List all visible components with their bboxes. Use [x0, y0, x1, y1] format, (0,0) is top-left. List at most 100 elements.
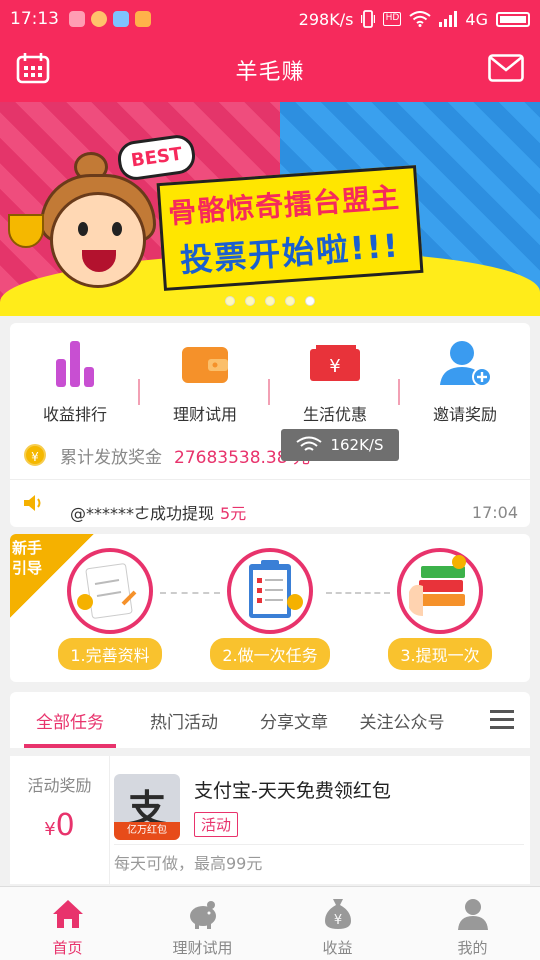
- bar-chart-icon: [56, 341, 94, 387]
- vibrate-icon: [361, 10, 376, 28]
- cash-cards-icon: [409, 555, 466, 616]
- add-user-icon: [440, 341, 492, 387]
- wifi-icon: [409, 11, 432, 27]
- tab-follow-account[interactable]: 关注公众号: [348, 692, 456, 748]
- task-title: 支付宝-天天免费领红包: [194, 780, 391, 802]
- speaker-icon: [24, 495, 41, 511]
- pager-dot-active[interactable]: [305, 296, 315, 306]
- mail-icon[interactable]: [488, 54, 524, 82]
- status-right: 298K/s HD 4G: [299, 10, 530, 29]
- coin-icon: ¥: [24, 444, 46, 466]
- menu-item-finance-trial[interactable]: 理财试用: [140, 337, 270, 437]
- svg-text:¥: ¥: [329, 356, 340, 377]
- ticket-icon: ¥: [310, 345, 360, 381]
- reward-label: 活动奖励: [27, 776, 92, 795]
- menu-label: 邀请奖励: [432, 405, 497, 424]
- reward-amount: ¥0: [10, 808, 109, 843]
- list-menu-icon[interactable]: [490, 710, 514, 730]
- reward-value: 0: [55, 808, 75, 843]
- divider: [114, 844, 524, 845]
- calendar-icon[interactable]: [16, 52, 50, 84]
- total-bonus-row: ¥ 累计发放奖金 27683538.38 元: [10, 435, 530, 475]
- network-type: 4G: [465, 9, 488, 29]
- cartoon-eye: [78, 222, 88, 236]
- guide-step-profile[interactable]: 1.完善资料: [50, 548, 170, 670]
- ribbon-line: 新手: [12, 539, 43, 557]
- pager-dot[interactable]: [285, 296, 295, 306]
- battery-icon: [496, 11, 530, 27]
- piggy-bank-icon: [189, 901, 216, 929]
- wallet-icon: [182, 347, 228, 383]
- money-bag-icon: ¥: [324, 899, 351, 929]
- task-reward: 活动奖励 ¥0: [10, 756, 110, 884]
- bottom-nav: 首页 理财试用 ¥ 收益 我的: [0, 886, 540, 960]
- menu-divider: [268, 379, 270, 405]
- notification-app-icon: [113, 11, 129, 27]
- step-label: 2.做一次任务: [210, 638, 330, 670]
- status-bar: 17:13 298K/s HD 4G: [0, 0, 540, 38]
- nav-mine[interactable]: 我的: [405, 887, 540, 960]
- guide-step-withdraw[interactable]: 3.提现一次: [380, 548, 500, 670]
- tab-all-tasks[interactable]: 全部任务: [18, 692, 122, 748]
- nav-label: 收益: [322, 939, 353, 957]
- guide-step-task[interactable]: 2.做一次任务: [210, 548, 330, 670]
- notice-amount: 5元: [220, 504, 247, 523]
- menu-item-ranking[interactable]: 收益排行: [10, 337, 140, 437]
- profile-icon: [457, 899, 488, 930]
- net-speed: 298K/s: [298, 9, 354, 29]
- notification-app-icon: [91, 11, 107, 27]
- clipboard-icon: [249, 560, 303, 618]
- notice-text: @******ㄜ成功提现: [70, 504, 215, 523]
- cartoon-eye: [112, 222, 122, 236]
- alipay-logo: 支 亿万红包: [114, 774, 180, 840]
- task-tag: 活动: [194, 812, 239, 837]
- guide-ribbon-text: 新手 引导: [12, 538, 42, 578]
- nav-finance-trial[interactable]: 理财试用: [135, 887, 270, 960]
- pager-dot[interactable]: [245, 296, 255, 306]
- currency-symbol: ¥: [44, 819, 56, 840]
- notification-app-icon: [69, 11, 85, 27]
- status-time: 17:13: [10, 9, 59, 29]
- step-label: 3.提现一次: [388, 638, 492, 670]
- wifi-icon: [296, 436, 323, 451]
- menu-label: 收益排行: [42, 405, 107, 424]
- divider: [10, 479, 530, 480]
- step-circle: [67, 548, 153, 634]
- pager-dot[interactable]: [225, 296, 235, 306]
- step-circle: [227, 548, 313, 634]
- notice-time: 17:04: [471, 502, 518, 522]
- svg-text:¥: ¥: [333, 913, 341, 928]
- banner-pager: [0, 296, 540, 306]
- step-circle: [397, 548, 483, 634]
- menu-divider: [138, 379, 140, 405]
- task-description: 每天可做，最高99元: [114, 854, 263, 873]
- speed-toast: 162K/S: [281, 429, 399, 461]
- newbie-guide: 新手 引导 1.完善资料 2.做一次任务 3.提现一次: [10, 534, 530, 682]
- promo-banner[interactable]: BEST 骨骼惊奇擂台盟主 投票开始啦!!!: [0, 102, 540, 316]
- menu-item-life-deals[interactable]: ¥ 生活优惠: [270, 337, 400, 437]
- nav-label: 理财试用: [172, 939, 233, 957]
- quick-menu: 收益排行 理财试用 ¥ 生活优惠 邀请奖励: [10, 337, 530, 437]
- pager-dot[interactable]: [265, 296, 275, 306]
- withdraw-notice[interactable]: @******ㄜ成功提现 5元 17:04: [10, 483, 530, 523]
- app-header: 羊毛赚: [0, 38, 540, 102]
- nav-label: 首页: [52, 939, 83, 957]
- page-title: 羊毛赚: [235, 60, 305, 85]
- tab-share-articles[interactable]: 分享文章: [240, 692, 348, 748]
- hd-icon: HD: [383, 12, 402, 26]
- nav-earnings[interactable]: ¥ 收益: [270, 887, 405, 960]
- profile-form-icon: [77, 563, 137, 619]
- menu-item-invite-reward[interactable]: 邀请奖励: [400, 337, 530, 437]
- ribbon-line: 引导: [12, 559, 43, 577]
- nav-label: 我的: [457, 939, 488, 957]
- nav-home[interactable]: 首页: [0, 887, 135, 960]
- notification-app-icon: [135, 11, 151, 27]
- task-item[interactable]: 活动奖励 ¥0 支 亿万红包 支付宝-天天免费领红包 活动 每天可做，最高99元: [10, 756, 530, 884]
- tab-hot-events[interactable]: 热门活动: [128, 692, 240, 748]
- task-tabs: 全部任务 热门活动 分享文章 关注公众号: [10, 692, 530, 748]
- menu-label: 生活优惠: [302, 405, 367, 424]
- step-label: 1.完善资料: [58, 638, 162, 670]
- menu-divider: [398, 379, 400, 405]
- signal-icon: [439, 11, 458, 27]
- cartoon-girl-face: [50, 192, 146, 288]
